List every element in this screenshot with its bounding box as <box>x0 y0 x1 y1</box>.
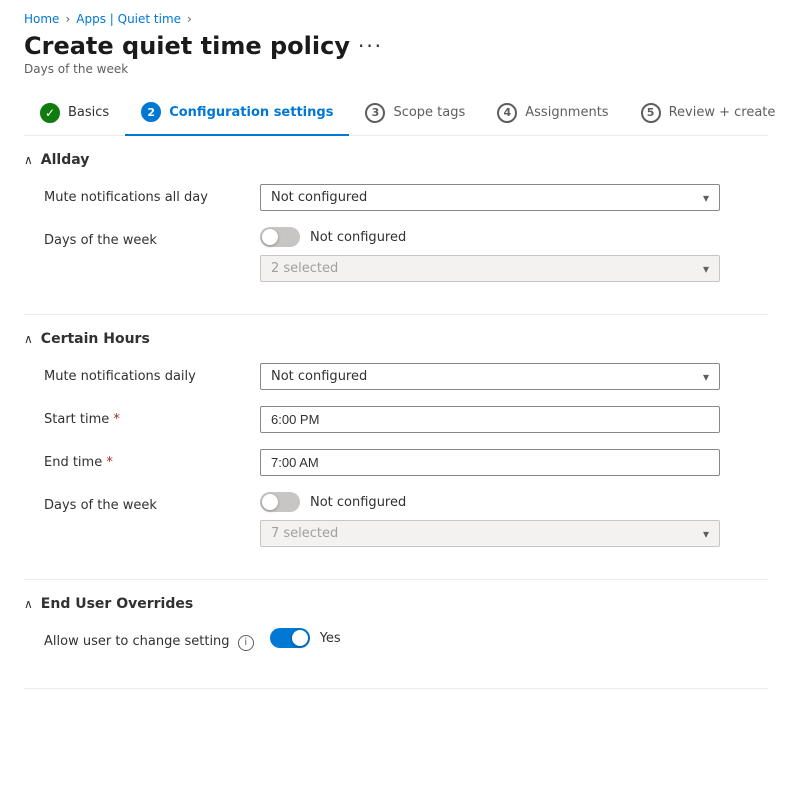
certain-days-toggle-row: Not configured <box>260 492 720 512</box>
allday-days-toggle-label: Not configured <box>310 230 406 245</box>
end-user-section: ∧ End User Overrides Allow user to chang… <box>24 580 768 689</box>
certain-mute-row: Mute notifications daily Not configured … <box>24 363 768 390</box>
allday-days-toggle-thumb <box>262 229 278 245</box>
certain-end-control <box>260 449 720 476</box>
step-basics-label: Basics <box>68 105 109 120</box>
certain-mute-dropdown[interactable]: Not configured ▾ <box>260 363 720 390</box>
certain-end-required: * <box>106 455 113 470</box>
certain-start-required: * <box>113 412 120 427</box>
allday-mute-row: Mute notifications all day Not configure… <box>24 184 768 211</box>
certain-start-label: Start time * <box>44 406 244 427</box>
step-assignments-label: Assignments <box>525 105 608 120</box>
end-user-section-title: End User Overrides <box>41 596 193 612</box>
page-title: Create quiet time policy <box>24 32 350 60</box>
allow-user-label-text: Allow user to change setting <box>44 634 230 649</box>
certain-end-input[interactable] <box>260 449 720 476</box>
end-user-section-header[interactable]: ∧ End User Overrides <box>24 596 768 612</box>
step-scope-num: 3 <box>372 106 380 119</box>
certain-days-dropdown-arrow: ▾ <box>703 527 709 541</box>
allday-section-title: Allday <box>41 152 90 168</box>
certain-start-control <box>260 406 720 433</box>
steps-nav: Basics 2 Configuration settings 3 Scope … <box>24 92 768 136</box>
certain-hours-chevron-icon: ∧ <box>24 332 33 346</box>
allday-days-dropdown-arrow: ▾ <box>703 262 709 276</box>
step-review[interactable]: 5 Review + create <box>625 93 792 135</box>
certain-days-toggle[interactable] <box>260 492 300 512</box>
step-basics-circle <box>40 103 60 123</box>
step-scope-circle: 3 <box>365 103 385 123</box>
allow-user-toggle-label: Yes <box>320 631 341 646</box>
allow-user-toggle-thumb <box>292 630 308 646</box>
allday-mute-dropdown-arrow: ▾ <box>703 191 709 205</box>
certain-days-label: Days of the week <box>44 492 244 513</box>
allday-mute-dropdown[interactable]: Not configured ▾ <box>260 184 720 211</box>
certain-days-toggle-thumb <box>262 494 278 510</box>
allday-days-toggle-track[interactable] <box>260 227 300 247</box>
certain-days-selected-dropdown[interactable]: 7 selected ▾ <box>260 520 720 547</box>
allday-mute-control: Not configured ▾ <box>260 184 720 211</box>
certain-days-control: Not configured 7 selected ▾ <box>260 492 720 547</box>
allday-section: ∧ Allday Mute notifications all day Not … <box>24 136 768 315</box>
breadcrumb: Home › Apps | Quiet time › <box>24 0 768 32</box>
step-configuration-num: 2 <box>147 106 155 119</box>
step-configuration[interactable]: 2 Configuration settings <box>125 92 349 136</box>
allow-user-control: Yes <box>270 628 730 656</box>
certain-start-label-text: Start time <box>44 412 109 427</box>
step-basics[interactable]: Basics <box>24 93 125 135</box>
step-basics-check <box>45 106 55 120</box>
certain-hours-section-header[interactable]: ∧ Certain Hours <box>24 331 768 347</box>
step-review-label: Review + create <box>669 105 776 120</box>
more-options-icon[interactable]: ··· <box>358 34 383 58</box>
breadcrumb-home[interactable]: Home <box>24 12 59 26</box>
certain-hours-section-title: Certain Hours <box>41 331 150 347</box>
step-configuration-circle: 2 <box>141 102 161 122</box>
step-scope[interactable]: 3 Scope tags <box>349 93 481 135</box>
certain-hours-section: ∧ Certain Hours Mute notifications daily… <box>24 315 768 580</box>
page-subtitle: Days of the week <box>24 62 768 76</box>
allday-chevron-icon: ∧ <box>24 153 33 167</box>
allday-mute-label: Mute notifications all day <box>44 184 244 205</box>
breadcrumb-sep1: › <box>65 12 70 26</box>
allday-days-row: Days of the week Not configured 2 select… <box>24 227 768 282</box>
certain-mute-value: Not configured <box>271 369 367 384</box>
certain-start-row: Start time * <box>24 406 768 433</box>
certain-end-label-text: End time <box>44 455 102 470</box>
certain-days-row: Days of the week Not configured 7 select… <box>24 492 768 547</box>
allow-user-row: Allow user to change setting i Yes <box>24 628 768 656</box>
step-assignments[interactable]: 4 Assignments <box>481 93 624 135</box>
breadcrumb-apps[interactable]: Apps | Quiet time <box>76 12 181 26</box>
certain-mute-label: Mute notifications daily <box>44 363 244 384</box>
certain-start-input[interactable] <box>260 406 720 433</box>
allow-user-info-icon[interactable]: i <box>238 635 254 651</box>
breadcrumb-sep2: › <box>187 12 192 26</box>
allday-days-selected-value: 2 selected <box>271 261 338 276</box>
certain-days-toggle-track[interactable] <box>260 492 300 512</box>
end-user-chevron-icon: ∧ <box>24 597 33 611</box>
step-review-circle: 5 <box>641 103 661 123</box>
certain-end-row: End time * <box>24 449 768 476</box>
certain-mute-dropdown-arrow: ▾ <box>703 370 709 384</box>
step-configuration-label: Configuration settings <box>169 105 333 120</box>
certain-mute-control: Not configured ▾ <box>260 363 720 390</box>
allow-user-toggle-row: Yes <box>270 628 730 648</box>
allday-days-control: Not configured 2 selected ▾ <box>260 227 720 282</box>
allow-user-toggle-track[interactable] <box>270 628 310 648</box>
allday-days-toggle-row: Not configured <box>260 227 720 247</box>
page-header: Create quiet time policy ··· <box>24 32 768 60</box>
allday-section-header[interactable]: ∧ Allday <box>24 152 768 168</box>
step-review-num: 5 <box>647 106 655 119</box>
step-assignments-num: 4 <box>503 106 511 119</box>
allday-mute-value: Not configured <box>271 190 367 205</box>
allday-days-label: Days of the week <box>44 227 244 248</box>
allow-user-toggle[interactable] <box>270 628 310 648</box>
allday-days-selected-dropdown[interactable]: 2 selected ▾ <box>260 255 720 282</box>
certain-end-label: End time * <box>44 449 244 470</box>
step-assignments-circle: 4 <box>497 103 517 123</box>
allow-user-label: Allow user to change setting i <box>44 628 254 651</box>
allday-days-toggle[interactable] <box>260 227 300 247</box>
certain-days-toggle-label: Not configured <box>310 495 406 510</box>
certain-days-selected-value: 7 selected <box>271 526 338 541</box>
step-scope-label: Scope tags <box>393 105 465 120</box>
